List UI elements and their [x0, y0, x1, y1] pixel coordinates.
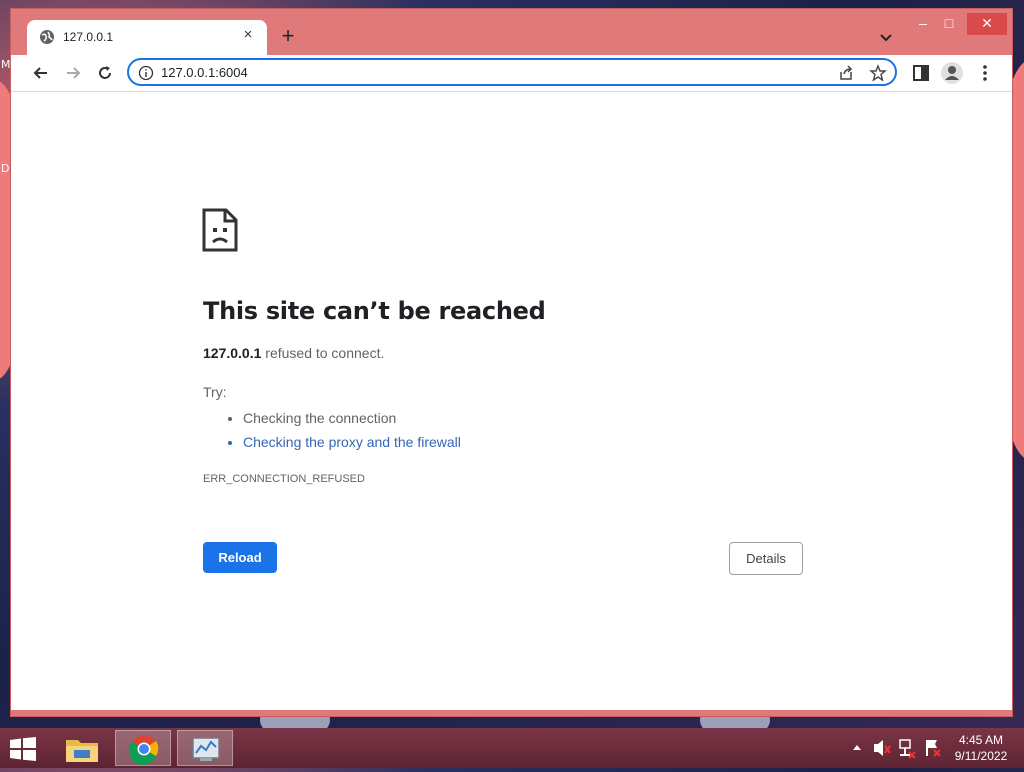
suggestion-item: Checking the connection — [243, 406, 461, 430]
chevron-up-icon[interactable] — [850, 728, 864, 768]
details-button[interactable]: Details — [729, 542, 803, 575]
suggestion-link-proxy-firewall[interactable]: Checking the proxy and the firewall — [243, 430, 461, 454]
reload-toolbar-button[interactable] — [91, 59, 119, 87]
chevron-down-icon[interactable] — [877, 28, 895, 46]
desktop-edge-letter: D — [1, 162, 10, 175]
refresh-icon — [99, 66, 111, 79]
close-window-button[interactable]: ✕ — [967, 13, 1007, 35]
taskbar-chrome[interactable] — [115, 730, 171, 766]
error-code: ERR_CONNECTION_REFUSED — [203, 473, 365, 485]
system-clock[interactable]: 4:45 AM 9/11/2022 — [948, 732, 1014, 764]
browser-toolbar — [11, 55, 1012, 92]
try-label: Try: — [203, 384, 227, 400]
arrow-left-icon — [33, 67, 47, 79]
error-description-text: refused to connect. — [261, 345, 385, 361]
suggestions-list: Checking the connection Checking the pro… — [203, 406, 461, 454]
arrow-right-icon — [67, 67, 81, 79]
taskbar: 4:45 AM 9/11/2022 — [0, 728, 1024, 768]
chrome-icon — [128, 735, 159, 765]
kebab-menu-icon[interactable] — [973, 61, 997, 85]
new-tab-button[interactable]: + — [277, 25, 299, 47]
globe-icon — [40, 30, 54, 44]
maximize-button[interactable]: □ — [935, 13, 963, 35]
tab-title: 127.0.0.1 — [63, 30, 114, 44]
taskbar-system-monitor[interactable] — [177, 730, 233, 766]
minimize-button[interactable]: ‒ — [909, 13, 937, 35]
error-description: 127.0.0.1 refused to connect. — [203, 345, 384, 361]
network-icon[interactable] — [897, 728, 917, 768]
sad-document-icon — [202, 208, 238, 252]
forward-button[interactable] — [59, 59, 87, 87]
tab-active[interactable]: 127.0.0.1 × — [27, 20, 267, 55]
info-icon[interactable] — [138, 65, 154, 81]
error-host: 127.0.0.1 — [203, 345, 262, 361]
title-bar[interactable]: 127.0.0.1 × + ‒ □ ✕ — [11, 9, 1012, 55]
profile-avatar-icon[interactable] — [940, 61, 964, 85]
action-center-flag-icon[interactable] — [922, 728, 942, 768]
windows-start-icon[interactable] — [8, 737, 38, 761]
address-bar[interactable] — [127, 58, 897, 86]
tab-close-button[interactable]: × — [239, 26, 257, 44]
monitor-chart-icon — [192, 737, 220, 761]
taskbar-file-explorer[interactable] — [54, 730, 110, 766]
back-button[interactable] — [27, 59, 55, 87]
error-heading: This site can’t be reached — [203, 297, 546, 325]
url-input[interactable] — [161, 62, 661, 82]
speaker-muted-icon[interactable] — [872, 728, 892, 768]
reload-button[interactable]: Reload — [203, 542, 277, 573]
page-content: This site can’t be reached 127.0.0.1 ref… — [11, 92, 1012, 710]
browser-window: 127.0.0.1 × + ‒ □ ✕ 127.0.0.1:6004 This … — [10, 8, 1013, 717]
share-icon[interactable] — [837, 64, 855, 82]
side-panel-icon[interactable] — [909, 61, 933, 85]
clock-date: 9/11/2022 — [954, 749, 1008, 763]
clock-time: 4:45 AM — [958, 733, 1004, 747]
folder-icon — [66, 740, 98, 762]
star-icon[interactable] — [869, 64, 887, 82]
